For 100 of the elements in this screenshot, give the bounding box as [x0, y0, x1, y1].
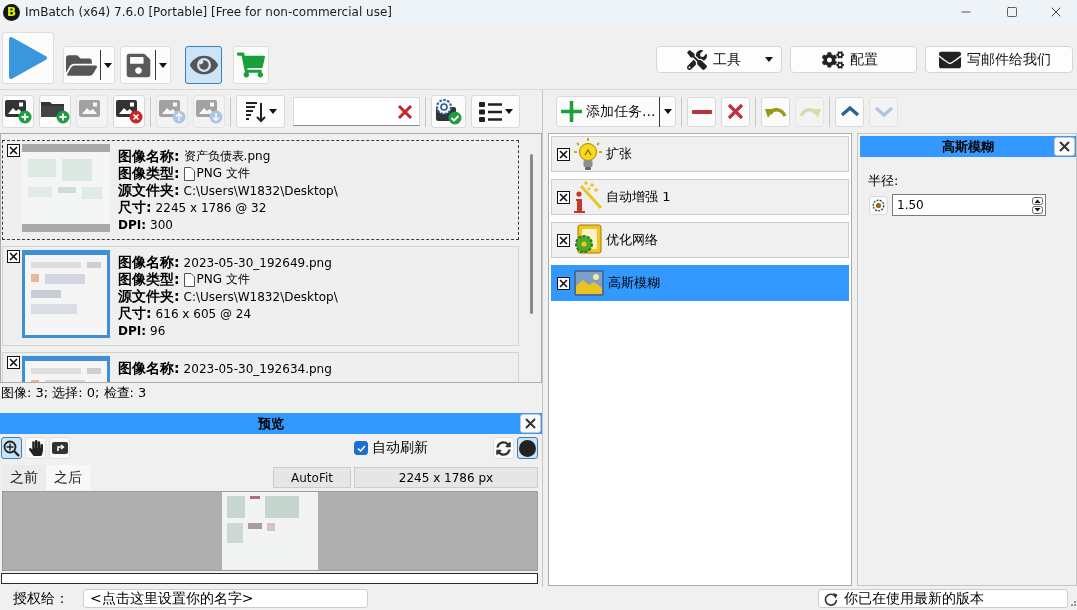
task-item[interactable]: 扩张	[551, 136, 849, 172]
background-button[interactable]	[517, 437, 538, 459]
tools-button[interactable]: 工具	[656, 46, 782, 73]
close-icon	[397, 103, 413, 120]
image-plus-icon	[4, 99, 32, 124]
caret-icon	[765, 57, 773, 62]
sort-icon	[244, 99, 267, 124]
add-task-button[interactable]: 添加任务...	[556, 96, 676, 127]
gear-frame-icon	[573, 223, 603, 257]
resize-grip-icon[interactable]	[1071, 601, 1076, 606]
task-item[interactable]: 优化网络	[551, 222, 849, 258]
maximize-icon	[1006, 6, 1018, 18]
image-checkbox[interactable]	[7, 356, 20, 369]
refresh-button[interactable]	[493, 437, 514, 459]
auto-refresh-checkbox[interactable]	[354, 441, 368, 455]
task-item[interactable]: 高斯模糊	[551, 265, 849, 301]
image-down-icon	[195, 99, 223, 124]
task-item[interactable]: 自动增强 1	[551, 179, 849, 215]
remove-image-button[interactable]	[113, 95, 145, 128]
add-folder-button[interactable]	[39, 95, 71, 128]
document-icon	[183, 272, 195, 287]
panel-title: 预览	[257, 414, 285, 433]
task-checkbox[interactable]	[557, 190, 570, 204]
save-button[interactable]	[120, 46, 171, 84]
clear-tasks-button[interactable]	[721, 96, 750, 127]
pan-button[interactable]	[25, 437, 46, 459]
image-list-item[interactable]: 图像名称: 2023-05-30_192634.png	[2, 352, 519, 382]
license-label: 授权给：	[13, 589, 69, 608]
preview-toggle[interactable]	[185, 46, 222, 84]
check-button[interactable]	[431, 95, 466, 128]
rotate-button[interactable]	[49, 437, 70, 459]
undo-button[interactable]	[761, 96, 790, 127]
chevron-down-icon	[873, 106, 894, 117]
image-remove-icon	[115, 99, 143, 124]
view-button[interactable]	[471, 95, 520, 128]
email-button[interactable]: 写邮件给我们	[925, 46, 1073, 73]
spinner-icon[interactable]	[1032, 196, 1043, 214]
preview-tab[interactable]: 之前	[2, 465, 46, 490]
info-value: 616 x 605 @ 24	[155, 306, 252, 321]
caret-icon	[158, 62, 167, 68]
scrollbar-thumb[interactable]	[529, 154, 533, 314]
info-value: PNG 文件	[196, 165, 250, 182]
image-list-item[interactable]: 图像名称: 资产负债表.png 图像类型: PNG 文件 源文件夹: C:\Users\W1832\Desktop\ 尺寸: 2245 x 1786 @ 32 DPI: 300	[2, 140, 519, 240]
info-label: 图像名称:	[118, 359, 180, 378]
gears-icon	[821, 48, 844, 71]
list-icon	[478, 100, 503, 123]
close-button[interactable]	[520, 414, 541, 433]
info-value: 2023-05-30_192634.png	[183, 361, 332, 376]
task-checkbox[interactable]	[557, 233, 570, 247]
folder-plus-icon	[40, 99, 70, 124]
zoom-fit-button[interactable]	[1, 437, 22, 459]
task-checkbox[interactable]	[557, 276, 570, 290]
field-label: 半径:	[868, 172, 900, 190]
image-list-item[interactable]: 图像名称: 2023-05-30_192649.png 图像类型: PNG 文件 源文件夹: C:\Users\W1832\Desktop\ 尺寸: 616 x 605 @ 24 DPI: 96	[2, 246, 519, 346]
caret-icon	[664, 109, 673, 114]
zoom-fit-icon	[3, 439, 20, 457]
caret-icon	[504, 109, 513, 114]
window-title: ImBatch (x64) 7.6.0 [Portable] [Free for non-commercial use]	[25, 5, 392, 19]
reset-button[interactable]	[869, 195, 888, 215]
image-checkbox[interactable]	[7, 250, 20, 263]
preview-tab[interactable]: 之后	[46, 465, 90, 490]
autofit-button[interactable]: AutoFit	[273, 467, 351, 488]
app-logo: B	[3, 3, 20, 21]
close-button[interactable]	[1054, 137, 1075, 156]
number-field[interactable]: 1.50	[892, 194, 1046, 216]
close-icon	[525, 418, 536, 429]
license-name-field[interactable]: <点击这里设置你的名字>	[83, 589, 368, 608]
add-image-button[interactable]	[2, 95, 34, 128]
close-icon	[727, 103, 744, 120]
move-up-button[interactable]	[835, 96, 864, 127]
sort-button[interactable]	[236, 95, 285, 128]
info-value: 2023-05-30_192649.png	[183, 255, 332, 270]
info-label: 图像类型:	[118, 164, 180, 183]
task-checkbox[interactable]	[557, 147, 570, 161]
info-value: PNG 文件	[196, 271, 250, 288]
refresh-icon	[824, 591, 838, 606]
remove-task-button[interactable]	[687, 96, 716, 127]
minus-icon	[691, 109, 712, 114]
info-label: 图像类型:	[118, 270, 180, 289]
cart-icon	[237, 51, 265, 79]
check-icon	[356, 444, 366, 452]
settings-button[interactable]: 配置	[790, 46, 917, 73]
panel-title: 高斯模糊	[941, 137, 995, 156]
info-value: C:\Users\W1832\Desktop\	[183, 183, 338, 198]
light-bulb-icon	[573, 137, 603, 171]
info-label: 尺寸:	[118, 198, 152, 217]
info-label: 源文件夹:	[118, 287, 180, 306]
caret-icon	[104, 62, 112, 68]
run-button[interactable]	[2, 32, 54, 84]
info-label: 尺寸:	[118, 304, 152, 323]
image-checkbox[interactable]	[7, 144, 20, 157]
clear-button[interactable]	[397, 102, 415, 121]
shop-button[interactable]	[233, 46, 269, 84]
open-button[interactable]	[63, 46, 115, 84]
landscape-icon	[573, 268, 605, 298]
caret-icon	[268, 109, 277, 114]
info-label: DPI:	[118, 217, 147, 232]
search-field[interactable]	[293, 97, 420, 126]
info-label: 图像名称:	[118, 253, 180, 272]
document-icon	[183, 166, 195, 181]
